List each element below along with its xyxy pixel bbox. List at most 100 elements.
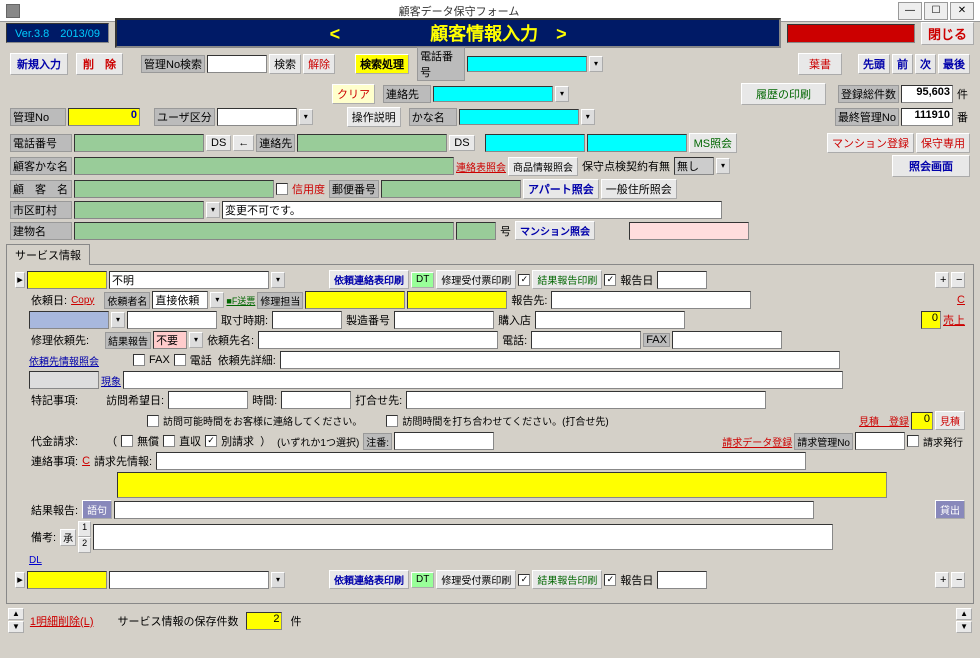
bill-info-input[interactable] bbox=[156, 452, 806, 470]
report-date-input[interactable] bbox=[657, 271, 707, 289]
fax-checkbox[interactable] bbox=[133, 354, 145, 366]
arrow-button[interactable]: ← bbox=[233, 135, 254, 151]
kana-input[interactable] bbox=[74, 157, 454, 175]
repair-staff-input-2[interactable] bbox=[407, 291, 507, 309]
add-row-button-2[interactable]: + bbox=[935, 572, 949, 588]
extra-input-2[interactable] bbox=[587, 134, 687, 152]
minimize-button[interactable]: — bbox=[898, 2, 922, 20]
direct-request-dropdown[interactable]: ▾ bbox=[210, 292, 224, 308]
memo-input[interactable] bbox=[93, 524, 833, 550]
tel-filter-input[interactable] bbox=[467, 56, 587, 72]
unknown-input[interactable]: 不明 bbox=[109, 271, 269, 289]
add-row-button[interactable]: + bbox=[935, 272, 949, 288]
req-info-query-link[interactable]: 依頼先情報照会 bbox=[29, 353, 99, 368]
first-button[interactable]: 先頭 bbox=[858, 54, 890, 74]
approve-button[interactable]: 承 bbox=[60, 529, 76, 546]
contact-list-link[interactable]: 連絡表照会 bbox=[456, 159, 506, 174]
new-button[interactable]: 新規入力 bbox=[10, 53, 68, 75]
unknown-input-2[interactable] bbox=[109, 571, 269, 589]
extra-input-1[interactable] bbox=[485, 134, 585, 152]
memo-1-button[interactable]: 1 bbox=[78, 521, 91, 537]
note1-checkbox[interactable] bbox=[147, 415, 159, 427]
sales-link[interactable]: 売上 bbox=[943, 312, 965, 328]
model-input[interactable] bbox=[29, 311, 109, 329]
search-clear-button[interactable]: 解除 bbox=[303, 54, 335, 74]
contact-item-input[interactable] bbox=[117, 472, 887, 498]
history-print-button[interactable]: 履歴の印刷 bbox=[741, 83, 826, 105]
hagaki-button[interactable]: 葉書 bbox=[798, 53, 842, 75]
search-button[interactable]: 検索 bbox=[269, 54, 301, 74]
direct-request-value[interactable]: 直接依頼 bbox=[152, 291, 208, 309]
unknown-dropdown[interactable]: ▾ bbox=[271, 272, 285, 288]
bill-issue-checkbox[interactable] bbox=[907, 435, 919, 447]
memo-2-button[interactable]: 2 bbox=[78, 537, 91, 553]
free-checkbox[interactable] bbox=[121, 435, 133, 447]
phenomenon-link[interactable]: 現象 bbox=[101, 373, 121, 388]
contact-filter-input[interactable] bbox=[433, 86, 553, 102]
report-to-input[interactable] bbox=[551, 291, 751, 309]
postal-input[interactable] bbox=[381, 180, 521, 198]
unknown-dropdown-2[interactable]: ▾ bbox=[271, 572, 285, 588]
building-input[interactable] bbox=[74, 222, 454, 240]
mansion-query-button[interactable]: マンション照会 bbox=[515, 221, 595, 240]
result-report-print-button[interactable]: 結果報告印刷 bbox=[532, 270, 602, 289]
svc-spacer-1[interactable] bbox=[27, 271, 107, 289]
estimate-button[interactable]: 見積 bbox=[935, 411, 965, 430]
addr-query-button[interactable]: 一般住所照会 bbox=[601, 179, 677, 199]
shop-input[interactable] bbox=[535, 311, 685, 329]
repair-staff-input-1[interactable] bbox=[305, 291, 405, 309]
record-selector[interactable]: ▸ bbox=[15, 272, 25, 288]
result-report-dropdown[interactable]: ▾ bbox=[189, 332, 203, 348]
fax-input[interactable] bbox=[672, 331, 782, 349]
direct-checkbox[interactable] bbox=[163, 435, 175, 447]
svc-spacer-2[interactable] bbox=[27, 571, 107, 589]
phenomenon-code-input[interactable] bbox=[29, 371, 99, 389]
search-process-button[interactable]: 検索処理 bbox=[355, 54, 409, 74]
result-report-value[interactable]: 不要 bbox=[153, 331, 187, 349]
result-report-print-button-2[interactable]: 結果報告印刷 bbox=[532, 570, 602, 589]
result-input[interactable] bbox=[114, 501, 814, 519]
prev-button[interactable]: 前 bbox=[892, 54, 913, 74]
user-div-input[interactable] bbox=[217, 108, 297, 126]
model-dropdown[interactable]: ▾ bbox=[111, 312, 125, 328]
contact-ds-button[interactable]: DS bbox=[449, 135, 474, 151]
tel-checkbox[interactable] bbox=[174, 354, 186, 366]
tel2-input[interactable] bbox=[531, 331, 641, 349]
lend-button[interactable]: 貸出 bbox=[935, 500, 965, 519]
model-extra-input[interactable] bbox=[127, 311, 217, 329]
contact-filter-dropdown[interactable]: ▾ bbox=[555, 86, 569, 102]
estimate-amount[interactable]: 0 bbox=[911, 412, 933, 430]
building-no-input[interactable] bbox=[456, 222, 496, 240]
maint-only-button[interactable]: 保守専用 bbox=[916, 133, 970, 153]
mansion-reg-button[interactable]: マンション登録 bbox=[827, 133, 914, 153]
contact-c-link[interactable]: C bbox=[82, 455, 90, 467]
dt-button[interactable]: DT bbox=[411, 272, 434, 288]
repair-recv-print-button[interactable]: 修理受付票印刷 bbox=[436, 270, 516, 289]
separate-checkbox[interactable] bbox=[205, 435, 217, 447]
city-dropdown[interactable]: ▾ bbox=[206, 202, 220, 218]
user-div-dropdown[interactable]: ▾ bbox=[299, 109, 313, 125]
meeting-input[interactable] bbox=[406, 391, 766, 409]
page-down-button[interactable]: ▼ bbox=[956, 621, 972, 633]
maximize-button[interactable]: ☐ bbox=[924, 2, 948, 20]
bill-mgmt-input[interactable] bbox=[855, 432, 905, 450]
order-no-input[interactable] bbox=[394, 432, 494, 450]
service-info-tab[interactable]: サービス情報 bbox=[6, 244, 90, 265]
request-to-name-input[interactable] bbox=[258, 331, 498, 349]
result-print-checkbox-2[interactable] bbox=[604, 574, 616, 586]
window-close-button[interactable]: ✕ bbox=[950, 2, 974, 20]
trust-checkbox[interactable] bbox=[276, 183, 288, 195]
query-screen-button[interactable]: 照会画面 bbox=[892, 155, 970, 177]
next-button[interactable]: 次 bbox=[915, 54, 936, 74]
last-button[interactable]: 最後 bbox=[938, 54, 970, 74]
apart-query-button[interactable]: アパート照会 bbox=[523, 179, 599, 199]
result-print-checkbox[interactable] bbox=[604, 274, 616, 286]
amount-input[interactable]: 0 bbox=[921, 311, 941, 329]
delete-line-link[interactable]: 1明細削除(L) bbox=[30, 613, 94, 629]
close-button[interactable]: 閉じる bbox=[921, 22, 974, 45]
manual-button[interactable]: 操作説明 bbox=[347, 107, 401, 127]
product-info-button[interactable]: 商品情報照会 bbox=[508, 157, 578, 176]
kana-filter-input[interactable] bbox=[459, 109, 579, 125]
clear-button[interactable]: クリア bbox=[332, 84, 375, 104]
mfg-no-input[interactable] bbox=[394, 311, 494, 329]
